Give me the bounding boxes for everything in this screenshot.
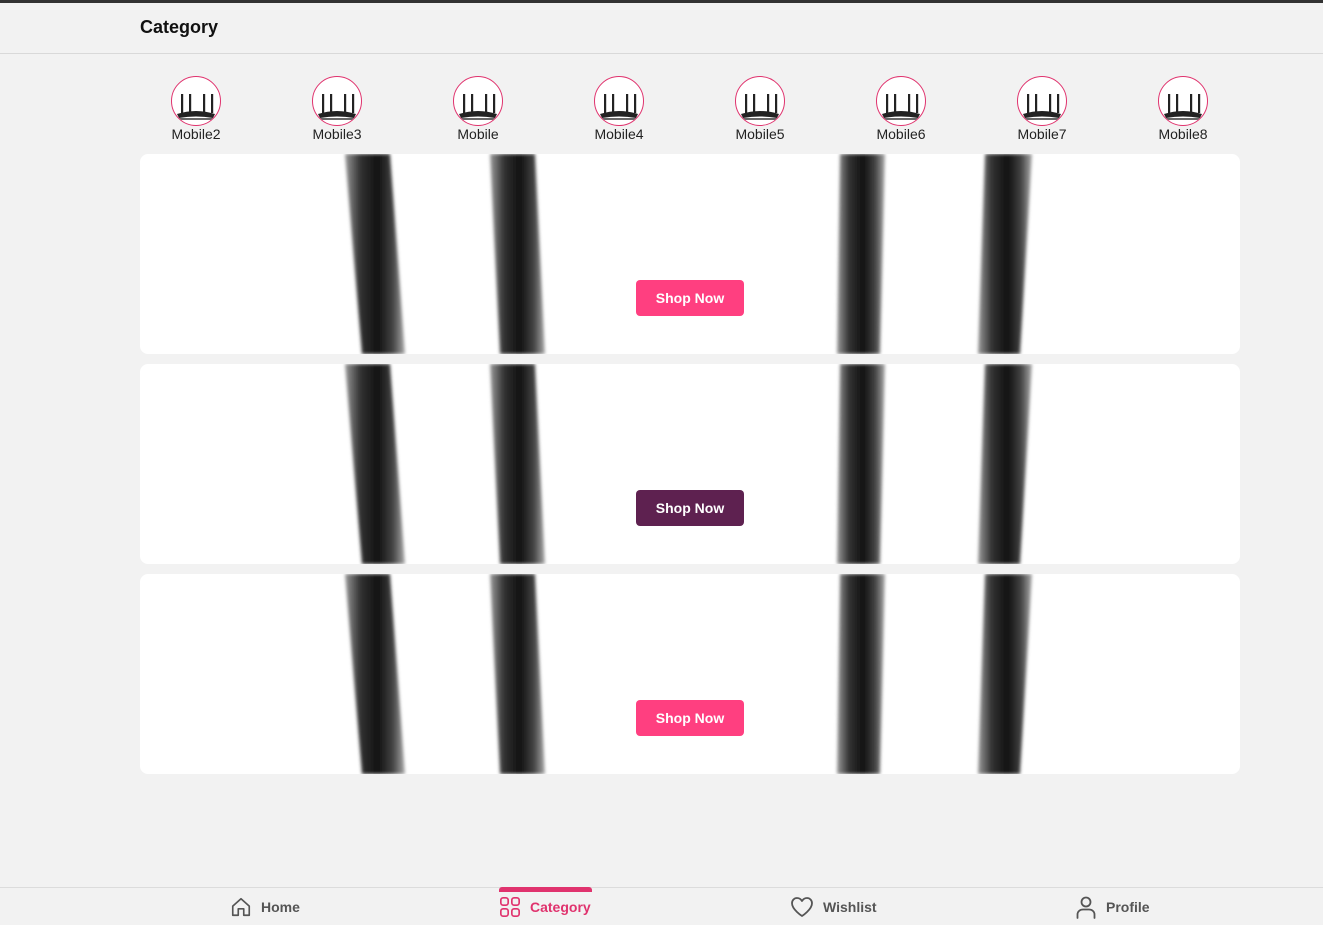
shop-now-button[interactable]: Shop Now bbox=[636, 490, 744, 526]
promo-banner-2[interactable]: Shop Now bbox=[140, 364, 1240, 564]
nav-profile[interactable]: Profile bbox=[1075, 888, 1150, 925]
nav-wishlist[interactable]: Wishlist bbox=[790, 888, 877, 925]
category-item-mobile3[interactable]: Mobile3 bbox=[281, 76, 393, 146]
page-header: Category bbox=[0, 3, 1323, 54]
router-icon bbox=[1017, 76, 1067, 126]
router-icon bbox=[1158, 76, 1208, 126]
router-icon bbox=[594, 76, 644, 126]
heart-icon bbox=[791, 897, 813, 917]
category-label: Mobile3 bbox=[312, 126, 362, 142]
nav-home[interactable]: Home bbox=[230, 888, 300, 925]
nav-label: Home bbox=[261, 899, 300, 915]
category-item-mobile2[interactable]: Mobile2 bbox=[140, 76, 252, 146]
active-tab-indicator bbox=[499, 887, 592, 892]
promo-banner-1[interactable]: Shop Now bbox=[140, 154, 1240, 354]
category-item-mobile7[interactable]: Mobile7 bbox=[986, 76, 1098, 146]
promo-banner-3[interactable]: Shop Now bbox=[140, 574, 1240, 774]
shop-now-button[interactable]: Shop Now bbox=[636, 280, 744, 316]
category-item-mobile4[interactable]: Mobile4 bbox=[563, 76, 675, 146]
category-label: Mobile8 bbox=[1158, 126, 1208, 142]
category-label: Mobile6 bbox=[876, 126, 926, 142]
category-label: Mobile5 bbox=[735, 126, 785, 142]
category-label: Mobile bbox=[457, 126, 499, 142]
router-icon bbox=[312, 76, 362, 126]
category-label: Mobile2 bbox=[171, 126, 221, 142]
category-item-mobile6[interactable]: Mobile6 bbox=[845, 76, 957, 146]
user-icon bbox=[1076, 896, 1096, 919]
nav-label: Profile bbox=[1106, 899, 1150, 915]
nav-label: Category bbox=[530, 899, 591, 915]
category-item-mobile8[interactable]: Mobile8 bbox=[1127, 76, 1239, 146]
category-item-mobile[interactable]: Mobile bbox=[422, 76, 534, 146]
category-item-mobile5[interactable]: Mobile5 bbox=[704, 76, 816, 146]
category-grid-icon bbox=[500, 897, 520, 917]
category-label: Mobile7 bbox=[1017, 126, 1067, 142]
shop-now-button[interactable]: Shop Now bbox=[636, 700, 744, 736]
home-icon bbox=[231, 897, 251, 917]
nav-category[interactable]: Category bbox=[499, 887, 592, 925]
nav-label: Wishlist bbox=[823, 899, 877, 915]
banner-image bbox=[345, 154, 1032, 354]
banner-image bbox=[345, 364, 1032, 564]
category-strip: Mobile2 Mobile3 Mobile Mobile4 Mobile5 M… bbox=[140, 76, 1240, 146]
router-icon bbox=[876, 76, 926, 126]
bottom-navigation: Home Category Wishlist Profile bbox=[0, 887, 1323, 925]
banner-image bbox=[345, 574, 1032, 774]
router-icon bbox=[453, 76, 503, 126]
page-title: Category bbox=[140, 17, 219, 37]
category-label: Mobile4 bbox=[594, 126, 644, 142]
router-icon bbox=[171, 76, 221, 126]
router-icon bbox=[735, 76, 785, 126]
